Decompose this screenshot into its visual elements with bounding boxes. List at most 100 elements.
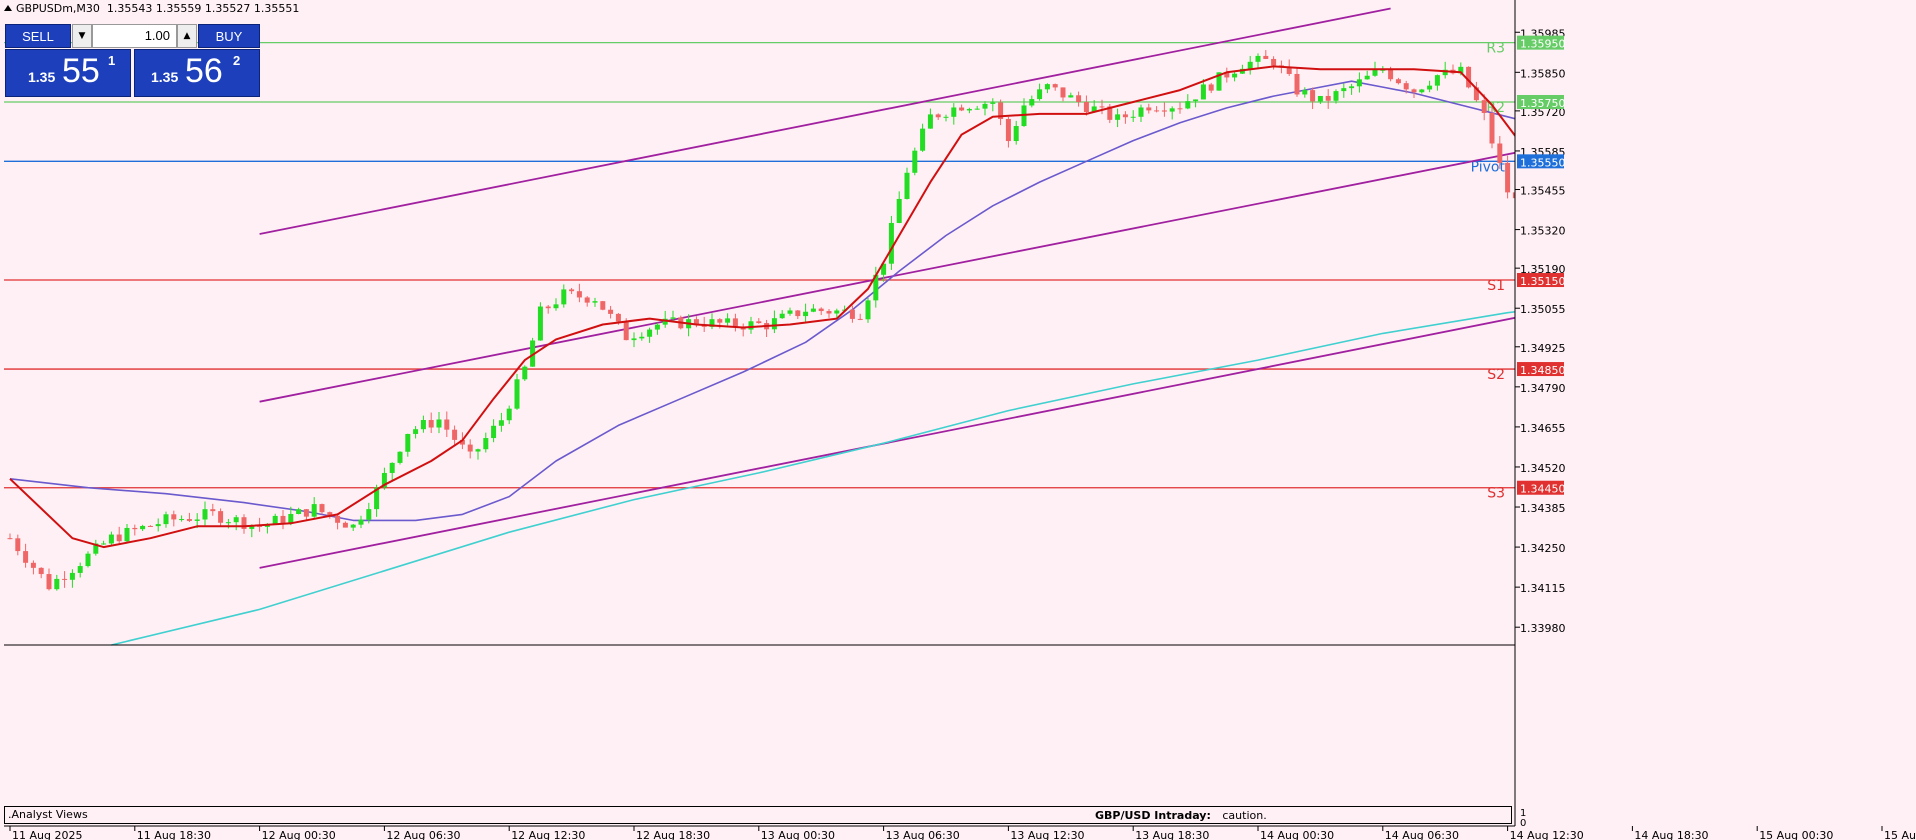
candle-body [1169, 108, 1175, 112]
candle [1247, 55, 1253, 75]
candle [935, 113, 941, 120]
time-tick-label: 12 Aug 12:30 [511, 829, 585, 840]
price-axis: 1.359851.358501.357201.355851.354551.353… [1514, 0, 1916, 840]
time-tick-label: 15 Aug 06:30 [1884, 829, 1916, 840]
candle-body [1037, 89, 1043, 100]
candle [179, 515, 185, 522]
bid-price-button[interactable]: 1.35 55 1 [5, 49, 131, 97]
candle-body [1076, 95, 1082, 103]
candle [233, 514, 239, 531]
candle-body [1115, 114, 1121, 120]
candle [186, 512, 192, 523]
candle [1434, 74, 1440, 91]
price-tick-label: 1.34790 [1520, 382, 1566, 395]
price-chart[interactable]: R3R2PivotS1S2S3 1.359851.358501.357201.3… [0, 0, 1916, 840]
candle-body [335, 515, 341, 523]
candle [865, 297, 871, 323]
candle [23, 543, 29, 568]
candle-body [233, 517, 239, 523]
candle-body [904, 172, 910, 199]
collapse-triangle-icon[interactable] [4, 5, 12, 11]
candle-body [1395, 79, 1401, 84]
analyst-note-text: caution. [1222, 809, 1267, 822]
candle-body [935, 114, 941, 118]
volume-input[interactable]: 1.00 [92, 24, 177, 48]
candle [1161, 102, 1167, 117]
candle [46, 568, 52, 591]
ask-point-digit: 2 [233, 53, 241, 68]
candle [608, 305, 614, 319]
candle [413, 426, 419, 439]
candle [553, 298, 559, 311]
candle-body [888, 222, 894, 264]
candle [1489, 107, 1495, 149]
candle-body [857, 318, 863, 320]
candle [171, 510, 177, 527]
candle [1122, 111, 1128, 124]
candle-body [1411, 89, 1417, 93]
candle-body [803, 311, 809, 317]
candle-body [1434, 75, 1440, 86]
candle [15, 534, 21, 556]
candle-body [849, 309, 855, 319]
candle-body [7, 538, 13, 540]
candle-body [405, 433, 411, 452]
subwindow-scale-bottom: 0 [1520, 818, 1526, 829]
time-tick-label: 13 Aug 00:30 [761, 829, 835, 840]
candle [101, 540, 107, 545]
candle-body [1044, 84, 1050, 90]
candle-body [1349, 86, 1355, 89]
candle-body [943, 116, 949, 118]
candle [576, 283, 582, 303]
candle [771, 310, 777, 334]
candle-body [77, 566, 83, 573]
candle [1068, 92, 1074, 98]
candle-body [1325, 95, 1331, 101]
candle [452, 425, 458, 446]
candle-body [319, 504, 325, 513]
candle [966, 107, 972, 114]
chart-header: GBPUSDm,M30 1.35543 1.35559 1.35527 1.35… [4, 2, 299, 15]
candle-body [147, 525, 153, 527]
indicator-subwindow[interactable]: .Analyst Views GBP/USD Intraday: caution… [4, 806, 1512, 824]
candle [1325, 89, 1331, 109]
candle-body [1029, 99, 1035, 106]
candle-body [483, 438, 489, 450]
candle-body [155, 524, 161, 527]
candle [436, 411, 442, 434]
candle [1177, 102, 1183, 114]
candle-body [23, 551, 29, 563]
volume-decrease-icon[interactable]: ▼ [72, 24, 92, 48]
candle [912, 147, 918, 176]
candle [748, 316, 754, 334]
candle [1185, 94, 1191, 110]
candle-body [623, 321, 629, 341]
candle-body [498, 420, 504, 426]
buy-button[interactable]: BUY [198, 24, 260, 48]
candle [1442, 61, 1448, 79]
price-tick-label: 1.34520 [1520, 462, 1566, 475]
candle [272, 513, 278, 525]
candle [1341, 83, 1347, 98]
candle [506, 405, 512, 425]
candle-body [436, 419, 442, 428]
candle [764, 319, 770, 337]
volume-increase-icon[interactable]: ▲ [177, 24, 197, 48]
candle-body [826, 311, 832, 314]
candle [77, 562, 83, 578]
candle-body [615, 313, 621, 322]
candle-body [1005, 118, 1011, 142]
level-label-s2: S2 [1487, 367, 1505, 383]
sell-button[interactable]: SELL [5, 24, 71, 48]
candle-body [101, 543, 107, 545]
candle-body [366, 509, 372, 520]
candle [1310, 87, 1316, 110]
candle-body [1068, 95, 1074, 98]
candle-body [194, 519, 200, 521]
candle-body [584, 297, 590, 303]
candle-body [896, 198, 902, 223]
ask-price-button[interactable]: 1.35 56 2 [134, 49, 260, 97]
candle [218, 508, 224, 526]
candle [1419, 88, 1425, 94]
candle-body [818, 308, 824, 312]
